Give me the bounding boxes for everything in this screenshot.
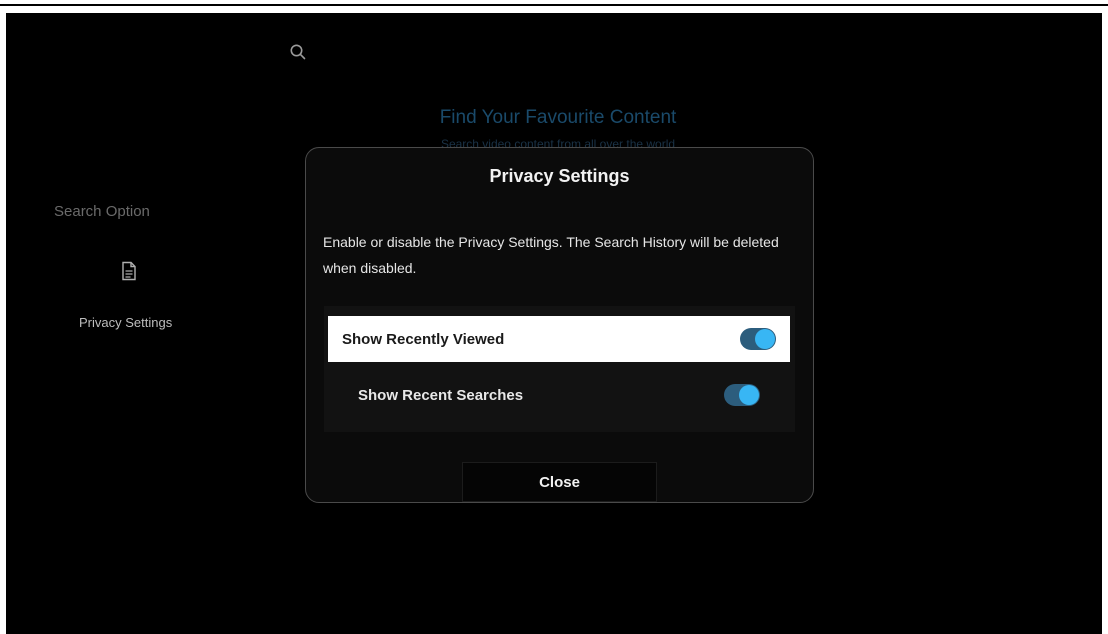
toggle-knob (739, 385, 759, 405)
dialog-title: Privacy Settings (489, 166, 630, 186)
document-icon (122, 261, 136, 281)
option-label: Show Recently Viewed (342, 330, 505, 348)
recent-searches-toggle[interactable] (724, 384, 760, 406)
toggle-knob (755, 329, 775, 349)
sidebar-item-privacy-settings[interactable]: Privacy Settings (79, 315, 172, 330)
option-label: Show Recent Searches (358, 386, 524, 404)
background-heading: Find Your Favourite Content (439, 107, 677, 128)
tv-screen: Find Your Favourite Content Search video… (6, 13, 1102, 634)
option-show-recently-viewed[interactable]: Show Recently Viewed (328, 316, 790, 362)
top-divider (0, 4, 1108, 6)
recently-viewed-toggle[interactable] (740, 328, 776, 350)
privacy-settings-dialog: Privacy Settings Enable or disable the P… (305, 147, 814, 503)
search-icon[interactable] (289, 43, 307, 61)
dialog-description: Enable or disable the Privacy Settings. … (323, 234, 779, 276)
option-show-recent-searches[interactable]: Show Recent Searches (328, 372, 790, 418)
close-button[interactable]: Close (462, 462, 657, 502)
sidebar-section-label: Search Option (54, 203, 150, 220)
options-panel: Show Recently Viewed Show Recent Searche… (324, 306, 795, 432)
